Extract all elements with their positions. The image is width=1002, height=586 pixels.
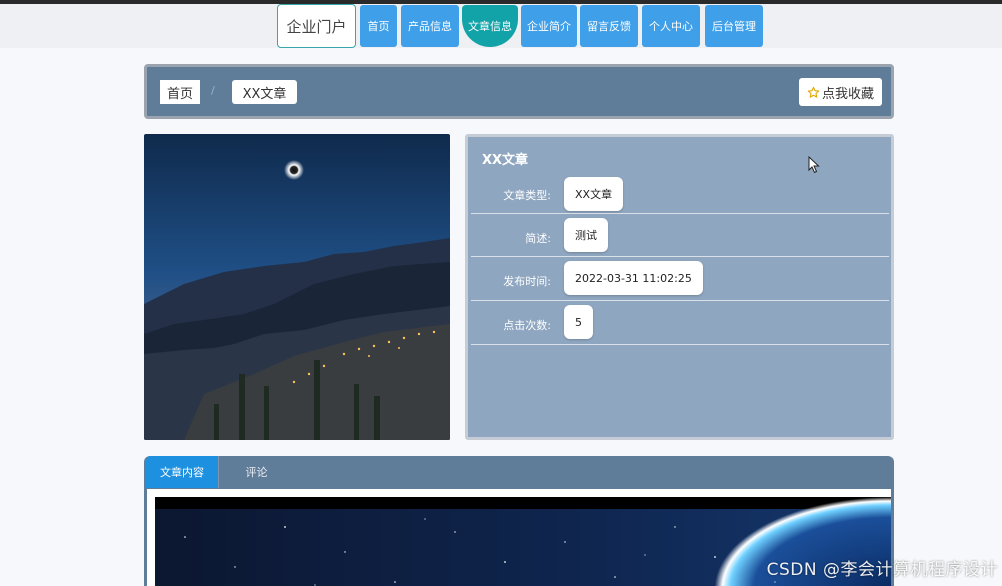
detail-row-publish-time: 发布时间: 2022-03-31 11:02:25 — [471, 257, 889, 301]
detail-value-publish-time: 2022-03-31 11:02:25 — [564, 261, 703, 295]
detail-label-type: 文章类型: — [503, 189, 551, 202]
detail-value-summary: 测试 — [564, 218, 608, 252]
csdn-watermark: CSDN @李会计算机程序设计 — [766, 560, 998, 580]
tab-comments[interactable]: 评论 — [218, 456, 294, 488]
detail-row-click-count: 点击次数: 5 — [471, 301, 889, 345]
article-cover-image — [144, 134, 450, 440]
tab-article-content[interactable]: 文章内容 — [146, 456, 218, 488]
nav-item-products[interactable]: 产品信息 — [401, 5, 459, 47]
nav-item-personal-center[interactable]: 个人中心 — [642, 5, 700, 47]
nav-item-articles[interactable]: 文章信息 — [462, 5, 518, 47]
breadcrumb-current: XX文章 — [232, 80, 297, 104]
detail-row-type: 文章类型: XX文章 — [471, 174, 889, 214]
detail-label-publish-time: 发布时间: — [503, 275, 551, 288]
detail-label-click-count: 点击次数: — [503, 319, 551, 332]
detail-row-summary: 简述: 测试 — [471, 214, 889, 257]
detail-value-click-count: 5 — [564, 305, 593, 339]
nav-item-admin[interactable]: 后台管理 — [705, 5, 763, 47]
nav-item-home[interactable]: 首页 — [360, 5, 397, 47]
star-icon — [807, 86, 820, 98]
mouse-cursor-icon — [808, 156, 820, 174]
top-navbar: 企业门户 首页 产品信息 文章信息 企业简介 留言反馈 个人中心 后台管理 — [0, 4, 1002, 48]
breadcrumb-separator: / — [211, 84, 215, 97]
breadcrumb: 首页 / XX文章 点我收藏 — [144, 64, 894, 119]
article-title: XX文章 — [482, 153, 529, 168]
nav-item-company-intro[interactable]: 企业简介 — [521, 5, 577, 47]
detail-value-type: XX文章 — [564, 177, 624, 211]
favorite-button-label: 点我收藏 — [821, 86, 874, 102]
detail-label-summary: 简述: — [525, 232, 551, 245]
nav-item-feedback[interactable]: 留言反馈 — [580, 5, 638, 47]
brand-logo[interactable]: 企业门户 — [277, 4, 356, 48]
favorite-button[interactable]: 点我收藏 — [799, 78, 882, 106]
article-detail-panel: XX文章 文章类型: XX文章 简述: 测试 发布时间: 2022-03-31 … — [465, 134, 894, 440]
breadcrumb-home[interactable]: 首页 — [160, 80, 200, 104]
